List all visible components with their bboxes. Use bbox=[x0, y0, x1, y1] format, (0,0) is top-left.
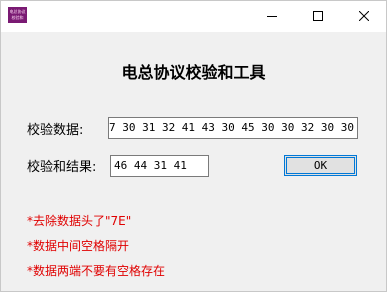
note-remove-header: *去除数据头了"7E" bbox=[27, 214, 132, 228]
close-icon bbox=[359, 11, 369, 21]
data-input[interactable]: 1 37 30 31 32 41 43 30 45 30 30 32 30 30 bbox=[108, 117, 358, 139]
result-label: 校验和结果: bbox=[27, 160, 97, 175]
close-button[interactable] bbox=[341, 1, 386, 31]
note-space-separated: *数据中间空格隔开 bbox=[27, 239, 130, 253]
minimize-icon bbox=[267, 16, 277, 17]
ok-button[interactable]: OK bbox=[284, 155, 357, 176]
data-input-value: 1 37 30 31 32 41 43 30 45 30 30 32 30 30 bbox=[108, 121, 354, 134]
page-title: 电总协议校验和工具 bbox=[121, 63, 266, 82]
data-label: 校验数据: bbox=[27, 123, 84, 138]
app-logo-icon: 电总协议 校验和 bbox=[8, 7, 27, 23]
maximize-icon bbox=[313, 11, 323, 21]
maximize-button[interactable] bbox=[295, 1, 341, 31]
result-input[interactable]: 46 44 31 41 bbox=[110, 155, 209, 177]
note-no-trailing-spaces: *数据两端不要有空格存在 bbox=[27, 264, 166, 278]
app-window: 电总协议 校验和 电总协议校验和工具 校验数据: 1 37 30 31 32 41… bbox=[0, 0, 387, 292]
minimize-button[interactable] bbox=[249, 1, 295, 31]
title-bar[interactable]: 电总协议 校验和 bbox=[1, 1, 386, 32]
